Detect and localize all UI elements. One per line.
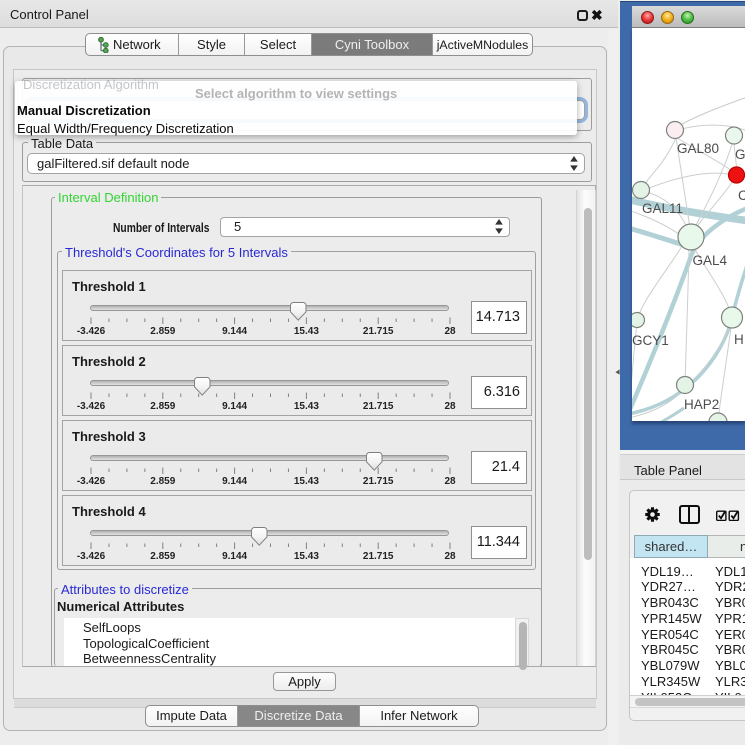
svg-text:GA: GA <box>735 147 745 162</box>
svg-text:GAL80: GAL80 <box>677 141 719 156</box>
svg-text:C: C <box>738 188 745 203</box>
svg-text:GCY1: GCY1 <box>632 333 669 348</box>
svg-text:GAL4: GAL4 <box>693 253 728 268</box>
svg-text:H: H <box>734 332 744 347</box>
svg-text:HAP2: HAP2 <box>684 397 719 412</box>
svg-text:GAL11: GAL11 <box>642 201 683 216</box>
